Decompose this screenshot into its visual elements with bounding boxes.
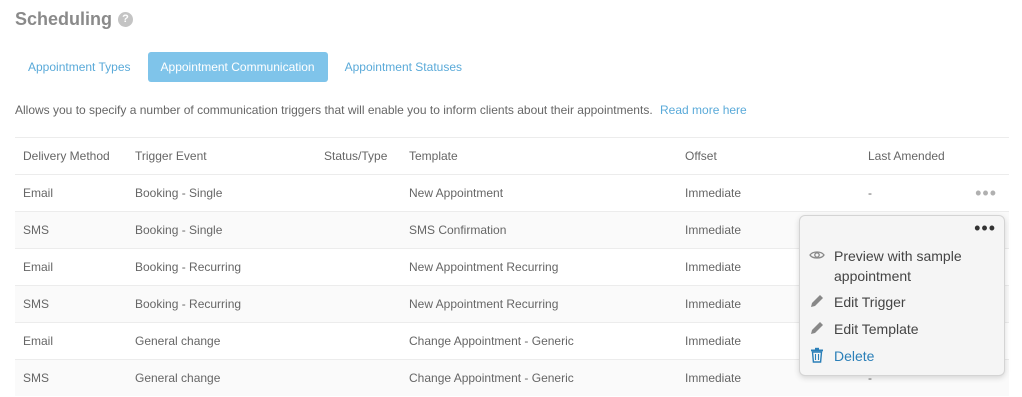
column-header[interactable]: Delivery Method	[23, 138, 110, 175]
trigger-event-cell: General change	[135, 371, 221, 385]
delete-menu-item[interactable]: Delete	[809, 346, 874, 366]
offset-cell: Immediate	[685, 186, 742, 200]
edit-template-menu-item[interactable]: Edit Template	[809, 319, 919, 339]
delivery-method-cell: SMS	[23, 223, 50, 237]
column-header[interactable]: Trigger Event	[135, 138, 207, 175]
row-actions-button[interactable]: •••	[975, 175, 997, 212]
trigger-event-cell: Booking - Recurring	[135, 297, 242, 311]
eye-icon	[809, 247, 825, 263]
description: Allows you to specify a number of commun…	[15, 103, 747, 117]
delivery-method-cell: Email	[23, 334, 54, 348]
table-row[interactable]: Email Booking - Single New Appointment I…	[15, 174, 1009, 211]
trash-icon	[809, 347, 825, 363]
tab-appointment-communication[interactable]: Appointment Communication	[147, 52, 328, 82]
delete-label: Delete	[834, 348, 875, 364]
edit-template-label: Edit Template	[834, 321, 919, 337]
offset-cell: Immediate	[685, 260, 742, 274]
delivery-method-cell: SMS	[23, 371, 50, 385]
tab-appointment-statuses[interactable]: Appointment Statuses	[332, 52, 475, 82]
description-text: Allows you to specify a number of commun…	[15, 103, 653, 117]
trigger-event-cell: Booking - Single	[135, 186, 223, 200]
delivery-method-cell: SMS	[23, 297, 50, 311]
table-header: Delivery Method Trigger Event Status/Typ…	[15, 137, 1009, 174]
read-more-link[interactable]: Read more here	[660, 103, 747, 117]
tab-bar: Appointment Types Appointment Communicat…	[15, 52, 475, 82]
preview-label: Preview with sample appointment	[834, 248, 962, 284]
page-header: Scheduling ?	[15, 9, 134, 30]
offset-cell: Immediate	[685, 297, 742, 311]
offset-cell: Immediate	[685, 223, 742, 237]
template-cell: New Appointment	[409, 186, 504, 200]
template-cell: New Appointment Recurring	[409, 297, 559, 311]
column-header[interactable]: Status/Type	[324, 138, 387, 175]
close-menu-button[interactable]: •••	[974, 218, 996, 239]
tab-appointment-types[interactable]: Appointment Types	[15, 52, 144, 82]
template-cell: Change Appointment - Generic	[409, 334, 574, 348]
template-cell: SMS Confirmation	[409, 223, 507, 237]
row-actions-menu: ••• Preview with sample appointment Edit…	[799, 215, 1005, 376]
column-header[interactable]: Template	[409, 138, 458, 175]
pencil-icon	[809, 320, 825, 336]
preview-menu-item[interactable]: Preview with sample appointment	[809, 246, 984, 286]
offset-cell: Immediate	[685, 334, 742, 348]
pencil-icon	[809, 293, 825, 309]
column-header[interactable]: Last Amended	[868, 138, 945, 175]
edit-trigger-menu-item[interactable]: Edit Trigger	[809, 292, 906, 312]
last-amended-cell: -	[868, 186, 872, 200]
offset-cell: Immediate	[685, 371, 742, 385]
column-header[interactable]: Offset	[685, 138, 717, 175]
trigger-event-cell: General change	[135, 334, 221, 348]
trigger-event-cell: Booking - Recurring	[135, 260, 242, 274]
template-cell: New Appointment Recurring	[409, 260, 559, 274]
delivery-method-cell: Email	[23, 186, 54, 200]
delivery-method-cell: Email	[23, 260, 54, 274]
trigger-event-cell: Booking - Single	[135, 223, 223, 237]
help-icon[interactable]: ?	[118, 12, 134, 27]
page-title: Scheduling	[15, 9, 113, 29]
edit-trigger-label: Edit Trigger	[834, 294, 906, 310]
template-cell: Change Appointment - Generic	[409, 371, 574, 385]
